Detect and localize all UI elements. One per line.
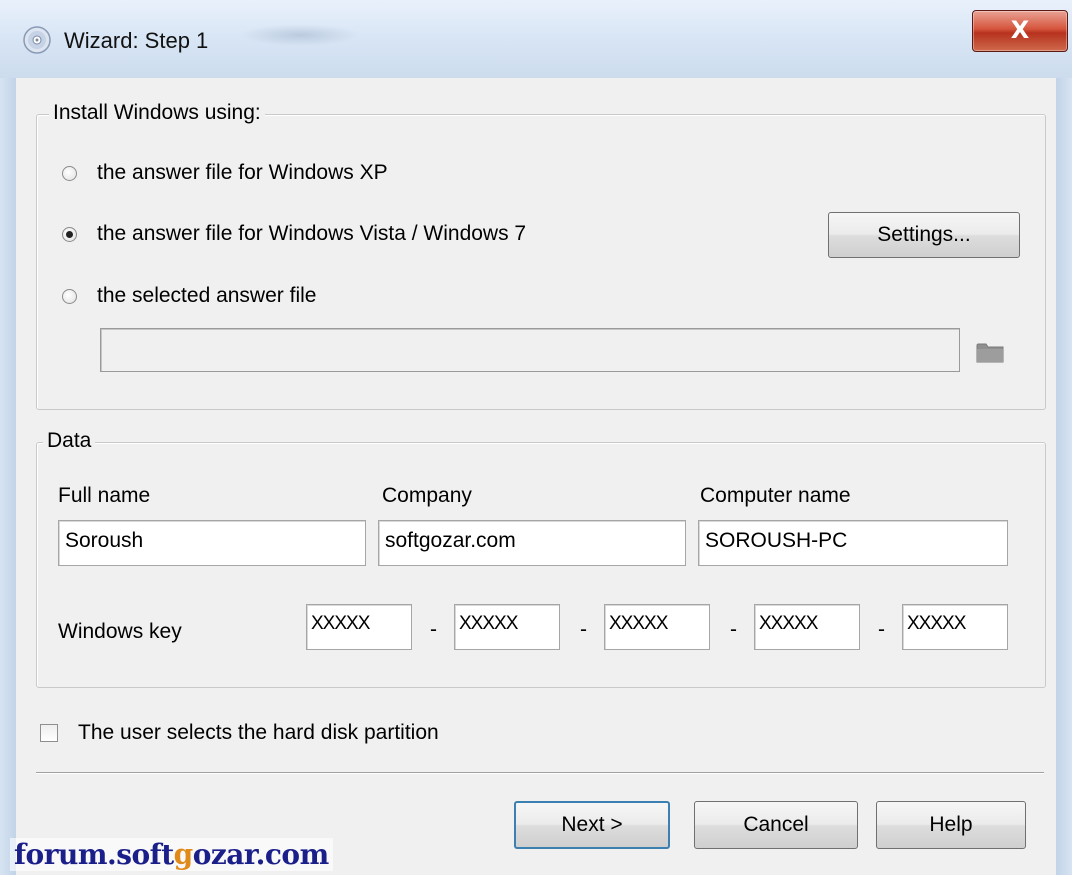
company-input[interactable]: softgozar.com bbox=[378, 520, 686, 566]
forum-watermark: forum.softgozar.com bbox=[10, 838, 333, 871]
radio-button-xp[interactable] bbox=[62, 165, 77, 181]
window-frame-right bbox=[1056, 78, 1072, 875]
computer-name-label: Computer name bbox=[700, 484, 851, 507]
next-button[interactable]: Next > bbox=[514, 801, 670, 849]
window-title: Wizard: Step 1 bbox=[64, 28, 209, 53]
key-separator: - bbox=[878, 618, 885, 641]
windows-key-part-1[interactable]: XXXXX bbox=[306, 604, 412, 650]
cancel-button[interactable]: Cancel bbox=[694, 801, 858, 849]
dialog-client-area: Install Windows using: the answer file f… bbox=[16, 78, 1056, 875]
radio-label-selected-file: the selected answer file bbox=[97, 284, 317, 307]
windows-key-part-5[interactable]: XXXXX bbox=[902, 604, 1008, 650]
data-group-legend: Data bbox=[43, 429, 96, 453]
radio-option-selected-file[interactable]: the selected answer file bbox=[62, 284, 316, 308]
radio-option-xp[interactable]: the answer file for Windows XP bbox=[62, 161, 388, 185]
window-frame-left bbox=[0, 78, 16, 875]
windows-key-part-4[interactable]: XXXXX bbox=[754, 604, 860, 650]
folder-browse-icon[interactable] bbox=[976, 340, 1004, 364]
install-group-legend: Install Windows using: bbox=[49, 101, 265, 125]
footer-separator bbox=[36, 772, 1044, 774]
full-name-label: Full name bbox=[58, 484, 151, 507]
title-bar[interactable]: Wizard: Step 1 X bbox=[0, 0, 1072, 78]
windows-key-part-2[interactable]: XXXXX bbox=[454, 604, 560, 650]
key-separator: - bbox=[730, 618, 737, 641]
watermark-accent: g bbox=[173, 838, 194, 871]
watermark-suffix: ozar.com bbox=[192, 838, 330, 871]
windows-key-part-3[interactable]: XXXXX bbox=[604, 604, 710, 650]
radio-label-vista-win7: the answer file for Windows Vista / Wind… bbox=[97, 222, 527, 245]
settings-button[interactable]: Settings... bbox=[828, 212, 1020, 258]
key-separator: - bbox=[580, 618, 587, 641]
help-button[interactable]: Help bbox=[876, 801, 1026, 849]
company-label: Company bbox=[382, 484, 472, 507]
key-separator: - bbox=[430, 618, 437, 641]
watermark-prefix: forum.soft bbox=[14, 838, 174, 871]
partition-checkbox[interactable] bbox=[40, 724, 58, 742]
radio-button-selected-file[interactable] bbox=[62, 288, 77, 304]
windows-key-label: Windows key bbox=[58, 620, 182, 643]
partition-checkbox-label: The user selects the hard disk partition bbox=[78, 721, 439, 744]
answer-file-path-input[interactable] bbox=[100, 328, 960, 372]
full-name-input[interactable]: Soroush bbox=[58, 520, 366, 566]
title-bar-blur bbox=[240, 24, 360, 46]
close-button[interactable]: X bbox=[972, 10, 1068, 52]
radio-option-vista-win7[interactable]: the answer file for Windows Vista / Wind… bbox=[62, 222, 526, 246]
computer-name-input[interactable]: SOROUSH-PC bbox=[698, 520, 1008, 566]
cd-disc-icon bbox=[23, 26, 51, 54]
radio-button-vista-win7[interactable] bbox=[62, 226, 77, 242]
radio-label-xp: the answer file for Windows XP bbox=[97, 161, 388, 184]
